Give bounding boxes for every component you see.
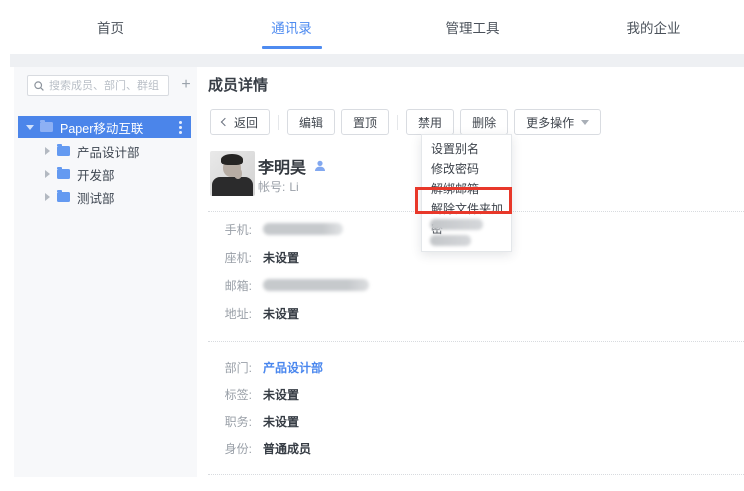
redacted-menu-item[interactable] [430,219,483,230]
sidebar-item-test-dept[interactable]: 测试部 [14,186,191,208]
field-email: 邮箱: [208,278,369,292]
tab-home[interactable]: 首页 [20,0,201,53]
chevron-down-icon [581,120,589,125]
header-divider-band [10,54,744,67]
folder-icon [57,169,70,179]
dept-label: 测试部 [77,188,115,207]
redacted-email-value [263,279,369,291]
tab-admin-tools[interactable]: 管理工具 [382,0,563,53]
search-icon [34,81,44,91]
sidebar-item-company-root[interactable]: Paper移动互联 [18,116,191,138]
caret-down-icon[interactable] [26,125,34,130]
section-divider [208,474,744,475]
toolbar-divider [397,115,398,130]
redacted-mobile-value [263,223,343,235]
field-mobile: 手机: [208,222,343,236]
disable-button[interactable]: 禁用 [406,109,454,135]
field-job-title: 职务: 未设置 [208,414,299,428]
person-icon [314,160,326,172]
more-actions-button[interactable]: 更多操作 [514,109,601,135]
company-root-label: Paper移动互联 [60,118,143,137]
folder-icon [57,192,70,202]
field-tags: 标签: 未设置 [208,387,299,401]
section-divider [208,341,744,342]
menu-item-remove-folder-encryption[interactable]: 解除文件夹加密 [422,199,511,219]
field-address: 地址: 未设置 [208,306,299,320]
folder-icon [57,146,70,156]
caret-right-icon[interactable] [45,193,50,201]
more-actions-dropdown: 设置别名 修改密码 解绑邮箱 解除文件夹加密 [421,134,512,252]
menu-item-change-password[interactable]: 修改密码 [422,159,511,179]
pin-button[interactable]: 置顶 [341,109,389,135]
redacted-menu-item[interactable] [430,235,471,246]
toolbar-divider [278,115,279,130]
sidebar-search-row: + [14,75,197,96]
edit-button[interactable]: 编辑 [287,109,335,135]
more-options-dots-icon[interactable] [179,126,182,129]
add-member-button[interactable]: + [176,75,196,96]
contacts-sidebar: + Paper移动互联 产品设计部 开发部 测试部 [14,67,197,477]
dept-label: 开发部 [77,165,115,184]
search-box[interactable] [27,75,169,96]
member-name: 李明昊 [258,154,326,178]
tab-contacts[interactable]: 通讯录 [201,0,382,53]
menu-item-set-alias[interactable]: 设置别名 [422,139,511,159]
sidebar-item-product-design-dept[interactable]: 产品设计部 [14,140,191,162]
menu-item-unbind-email[interactable]: 解绑邮箱 [422,179,511,199]
caret-right-icon[interactable] [45,170,50,178]
member-account: 帐号:Li [258,178,299,195]
member-toolbar: 返回 编辑 置顶 禁用 删除 更多操作 [210,109,601,135]
caret-right-icon[interactable] [45,147,50,155]
member-detail-page: 首页 通讯录 管理工具 我的企业 + Paper移动互联 产品设计部 [0,0,744,491]
chevron-left-icon [221,118,229,126]
search-input[interactable] [49,80,162,92]
member-detail-panel: 成员详情 返回 编辑 置顶 禁用 删除 更多操作 设置别名 修改密码 解绑邮箱 … [208,67,744,491]
field-department: 部门: 产品设计部 [208,360,323,374]
page-title: 成员详情 [208,74,268,95]
back-button[interactable]: 返回 [210,109,270,135]
field-role: 身份: 普通成员 [208,441,311,455]
department-link[interactable]: 产品设计部 [263,359,323,376]
delete-button[interactable]: 删除 [460,109,508,135]
field-landline: 座机: 未设置 [208,250,299,264]
member-avatar [210,151,255,196]
folder-icon [40,122,53,132]
top-nav: 首页 通讯录 管理工具 我的企业 [0,0,744,53]
tab-my-enterprise[interactable]: 我的企业 [563,0,744,53]
dept-label: 产品设计部 [77,142,140,161]
sidebar-item-dev-dept[interactable]: 开发部 [14,163,191,185]
